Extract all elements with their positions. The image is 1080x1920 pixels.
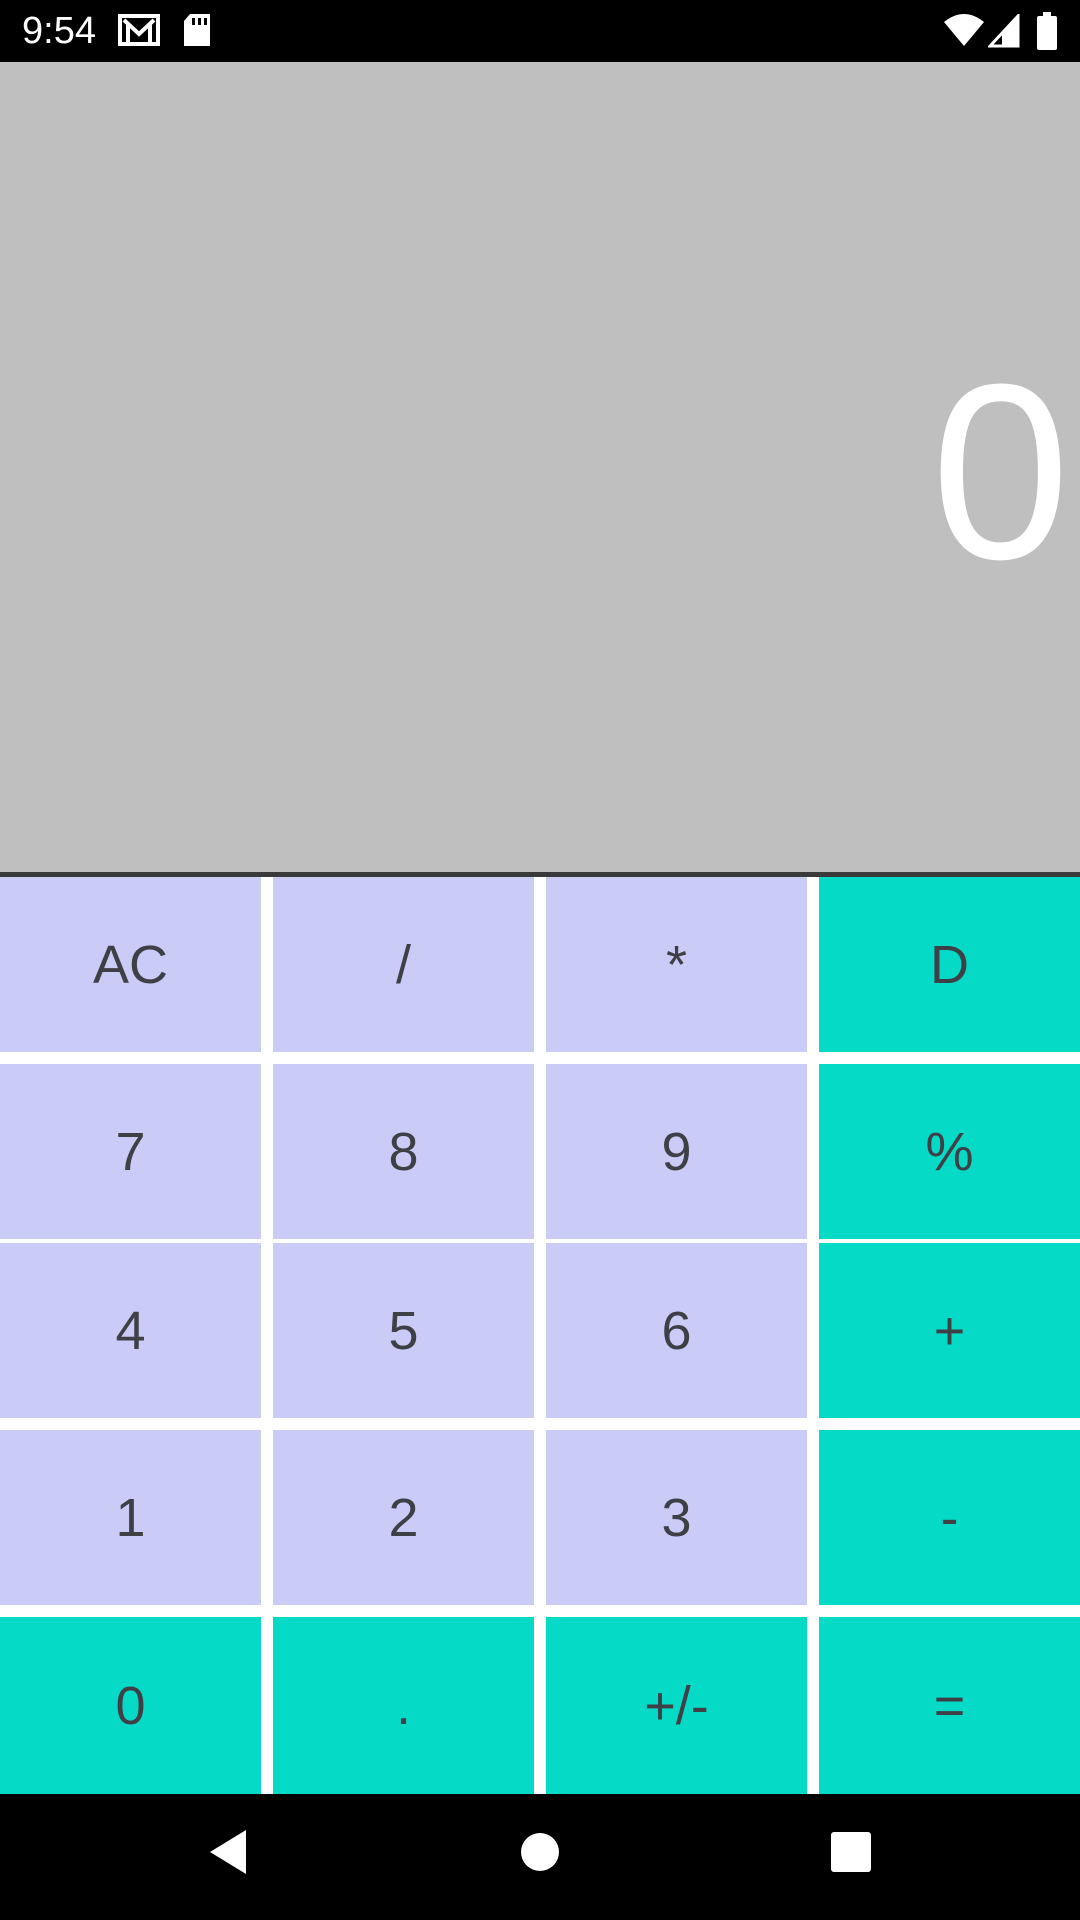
digit-8-button[interactable]: 8: [273, 1064, 534, 1239]
digit-0-button[interactable]: 0: [0, 1617, 261, 1794]
clear-button[interactable]: AC: [0, 877, 261, 1052]
digit-2-button[interactable]: 2: [273, 1430, 534, 1605]
equals-button[interactable]: =: [819, 1617, 1080, 1794]
back-icon[interactable]: [204, 1826, 254, 1883]
digit-7-button[interactable]: 7: [0, 1064, 261, 1239]
digit-1-button[interactable]: 1: [0, 1430, 261, 1605]
multiply-button[interactable]: *: [546, 877, 807, 1052]
wifi-icon: [944, 14, 984, 53]
digit-3-button[interactable]: 3: [546, 1430, 807, 1605]
keypad: AC / * D 7 8 9% 4 5 6 +1 2 3- 0. +/- =: [0, 877, 1080, 1794]
digit-5-button[interactable]: 5: [273, 1243, 534, 1418]
status-time: 9:54: [22, 10, 96, 52]
calculator-display: 0: [0, 62, 1080, 872]
digit-6-button[interactable]: 6: [546, 1243, 807, 1418]
navigation-bar: [0, 1794, 1080, 1920]
display-value: 0: [930, 332, 1070, 611]
delete-button[interactable]: D: [819, 877, 1080, 1052]
battery-icon: [1036, 12, 1058, 55]
percent-button[interactable]: %: [819, 1064, 1080, 1239]
digit-4-button[interactable]: 4: [0, 1243, 261, 1418]
home-icon[interactable]: [518, 1826, 562, 1883]
decimal-button[interactable]: .: [273, 1617, 534, 1794]
digit-9-button[interactable]: 9: [546, 1064, 807, 1239]
divide-button[interactable]: /: [273, 877, 534, 1052]
sd-card-icon: [182, 12, 212, 53]
sign-toggle-button[interactable]: +/-: [546, 1617, 807, 1794]
recents-icon[interactable]: [830, 1826, 872, 1883]
add-button[interactable]: +: [819, 1243, 1080, 1418]
subtract-button[interactable]: -: [819, 1430, 1080, 1605]
gmail-icon: [118, 12, 160, 53]
cellular-signal-icon: [986, 12, 1020, 53]
status-bar: 9:54: [0, 0, 1080, 62]
